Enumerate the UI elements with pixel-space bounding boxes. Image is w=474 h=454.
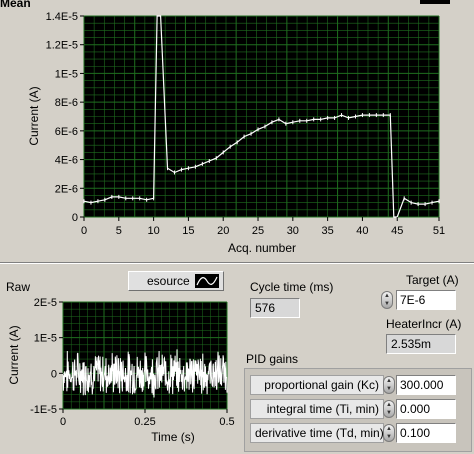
mean-y-tick-label: 4E-6 <box>55 155 78 167</box>
raw-y-tick-label: 0 <box>51 368 57 380</box>
mean-y-tick-label: 1.2E-5 <box>46 40 78 52</box>
pid-gains-title: PID gains <box>246 352 299 366</box>
mean-x-tick-label: 51 <box>433 225 445 237</box>
section-divider-highlight <box>0 263 474 264</box>
raw-y-axis-label: Current (A) <box>7 325 21 384</box>
mean-x-ticks: 0 5 10 15 20 25 30 35 40 45 51 <box>81 217 445 237</box>
mean-y-tick-label: 0 <box>72 212 78 224</box>
raw-x-tick-label: 0 <box>60 416 66 428</box>
raw-y-tick-label: 2E-5 <box>34 297 57 309</box>
raw-legend[interactable]: esource <box>128 271 224 291</box>
mean-y-axis-label: Current (A) <box>27 86 41 145</box>
target-spinner[interactable]: ▲ ▼ <box>381 291 393 309</box>
mean-x-tick-label: 45 <box>391 225 403 237</box>
mean-x-tick-label: 20 <box>217 225 229 237</box>
mean-y-tick-label: 2E-6 <box>55 183 78 195</box>
derivative-time-spinner[interactable]: ▲ ▼ <box>383 424 395 442</box>
mean-x-tick-label: 30 <box>287 225 299 237</box>
derivative-time-input[interactable]: 0.100 <box>396 423 456 443</box>
mean-x-axis-label: Acq. number <box>228 241 296 255</box>
mean-x-tick-label: 10 <box>147 225 159 237</box>
integral-time-label: integral time (Ti, min) <box>250 399 384 419</box>
mean-x-tick-label: 40 <box>356 225 368 237</box>
mean-chart: 0 2E-6 4E-6 6E-6 8E-6 1E-5 1.2E-5 1.4E-5 0 5 10 15… <box>27 11 445 255</box>
raw-y-tick-label: -1E-5 <box>30 404 57 416</box>
raw-x-tick-label: 0.5 <box>219 416 234 428</box>
raw-x-tick-label: 0.25 <box>134 416 155 428</box>
target-label: Target (A) <box>406 273 459 287</box>
waveform-icon <box>195 274 219 288</box>
mean-x-tick-label: 15 <box>182 225 194 237</box>
raw-legend-label: esource <box>147 274 190 288</box>
raw-x-ticks: 0 0.25 0.5 <box>60 409 235 428</box>
mean-y-tick-label: 8E-6 <box>55 97 78 109</box>
cycle-time-indicator: 576 <box>250 298 300 318</box>
raw-y-ticks: -1E-5 0 1E-5 2E-5 <box>30 297 63 416</box>
raw-y-tick-label: 1E-5 <box>34 333 57 345</box>
integral-time-spinner[interactable]: ▲ ▼ <box>383 400 395 418</box>
proportional-gain-spinner[interactable]: ▲ ▼ <box>383 376 395 394</box>
mean-x-tick-label: 0 <box>81 225 87 237</box>
heater-incr-label: HeaterIncr (A) <box>386 317 462 331</box>
mean-x-tick-label: 35 <box>322 225 334 237</box>
cycle-time-label: Cycle time (ms) <box>250 280 334 294</box>
mean-y-ticks: 0 2E-6 4E-6 6E-6 8E-6 1E-5 1.2E-5 1.4E-5 <box>46 11 84 224</box>
raw-x-axis-label: Time (s) <box>151 430 195 444</box>
mean-y-tick-label: 1.4E-5 <box>46 11 78 23</box>
proportional-gain-label: proportional gain (Kc) <box>250 375 384 395</box>
mean-y-tick-label: 6E-6 <box>55 126 78 138</box>
integral-time-input[interactable]: 0.000 <box>396 399 456 419</box>
mean-x-tick-label: 5 <box>116 225 122 237</box>
heater-incr-indicator: 2.535m <box>386 334 456 354</box>
target-input[interactable]: 7E-6 <box>396 290 456 310</box>
derivative-time-label: derivative time (Td, min) <box>250 423 384 443</box>
raw-chart: -1E-501E-52E-5 0 0.25 0.5 Time (s) Current… <box>7 297 235 444</box>
mean-x-tick-label: 25 <box>252 225 264 237</box>
mean-y-tick-label: 1E-5 <box>55 68 78 80</box>
proportional-gain-input[interactable]: 300.000 <box>396 375 456 395</box>
